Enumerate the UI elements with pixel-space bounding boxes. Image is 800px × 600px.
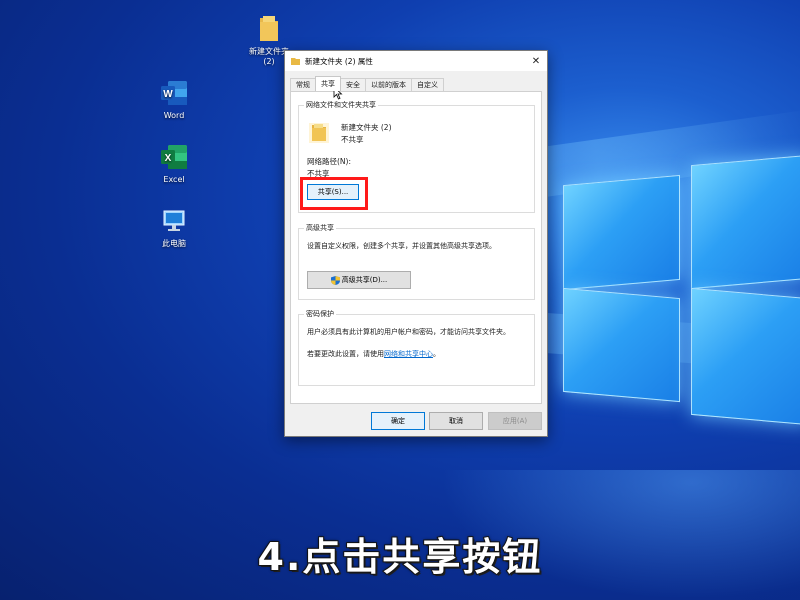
network-sharing-center-link[interactable]: 网络和共享中心 xyxy=(384,350,433,358)
advanced-sharing-description: 设置自定义权限，创建多个共享，并设置其他高级共享选项。 xyxy=(307,242,496,250)
group-title: 密码保护 xyxy=(304,309,336,319)
dialog-title: 新建文件夹 (2) 属性 xyxy=(305,56,373,66)
tab-customize[interactable]: 自定义 xyxy=(411,78,444,91)
change-setting-text: 若要更改此设置，请使用网络和共享中心。 xyxy=(307,349,440,359)
advanced-sharing-button[interactable]: 高级共享(D)... xyxy=(307,271,411,289)
apply-button-label: 应用(A) xyxy=(502,417,528,425)
windows-logo-tile-tl xyxy=(563,174,680,291)
tutorial-caption: 4.点击共享按钮 xyxy=(257,534,543,580)
tab-strip: 常规 共享 安全 以前的版本 自定义 xyxy=(290,76,444,91)
tab-sharing[interactable]: 共享 xyxy=(315,76,341,91)
folder-icon xyxy=(254,14,284,44)
folder-icon xyxy=(291,57,300,65)
svg-text:W: W xyxy=(163,89,173,100)
word-icon: W xyxy=(159,78,189,108)
desktop-icon-label: Word xyxy=(163,111,185,120)
share-status: 不共享 xyxy=(341,135,364,144)
svg-text:X: X xyxy=(165,153,172,164)
advanced-sharing-button-label: 高级共享(D)... xyxy=(341,276,388,284)
shared-folder-name: 新建文件夹 (2) xyxy=(341,123,392,132)
cancel-button[interactable]: 取消 xyxy=(429,412,483,430)
cancel-button-label: 取消 xyxy=(449,417,463,425)
apply-button[interactable]: 应用(A) xyxy=(488,412,542,430)
change-setting-suffix: 。 xyxy=(433,350,440,358)
dialog-titlebar[interactable]: 新建文件夹 (2) 属性 ✕ xyxy=(285,51,547,71)
desktop-icon-label: Excel xyxy=(163,175,185,184)
tab-previous-versions[interactable]: 以前的版本 xyxy=(365,78,412,91)
desktop-icon-excel[interactable]: X Excel xyxy=(144,142,204,185)
windows-logo-tile-tr xyxy=(691,154,800,290)
uac-shield-icon xyxy=(330,275,340,285)
desktop-icon-label: 此电脑 xyxy=(162,239,186,248)
this-pc-icon xyxy=(159,206,189,236)
ok-button-label: 确定 xyxy=(391,417,405,425)
excel-icon: X xyxy=(159,142,189,172)
close-button[interactable]: ✕ xyxy=(525,51,547,71)
network-path-label: 网络路径(N): xyxy=(307,157,351,166)
password-protection-group: 密码保护 用户必须具有此计算机的用户帐户和密码，才能访问共享文件夹。 若要更改此… xyxy=(298,309,535,386)
properties-dialog: 新建文件夹 (2) 属性 ✕ 常规 共享 安全 以前的版本 自定义 网络文件和文… xyxy=(284,50,548,437)
desktop: 新建文件夹 (2) W Word X Excel 此电脑 新建文件夹 (2) 属… xyxy=(0,0,800,600)
desktop-icon-word[interactable]: W Word xyxy=(144,78,204,121)
sharing-panel: 网络文件和文件夹共享 新建文件夹 (2) 不共享 网络路径(N): 不共享 共享… xyxy=(290,91,542,404)
folder-icon xyxy=(307,120,331,144)
group-title: 高级共享 xyxy=(304,223,336,233)
close-icon: ✕ xyxy=(531,55,541,67)
change-setting-prefix: 若要更改此设置，请使用 xyxy=(307,350,384,358)
group-title: 网络文件和文件夹共享 xyxy=(304,100,378,110)
share-button-highlight xyxy=(300,177,368,210)
advanced-sharing-group: 高级共享 设置自定义权限，创建多个共享，并设置其他高级共享选项。 高级共享(D)… xyxy=(298,223,535,300)
windows-logo-tile-bl xyxy=(563,287,680,403)
desktop-icon-this-pc[interactable]: 此电脑 xyxy=(144,206,204,249)
tab-security[interactable]: 安全 xyxy=(340,78,366,91)
password-protection-description: 用户必须具有此计算机的用户帐户和密码，才能访问共享文件夹。 xyxy=(307,328,510,336)
windows-logo-tile-br xyxy=(691,287,800,426)
ok-button[interactable]: 确定 xyxy=(371,412,425,430)
tab-general[interactable]: 常规 xyxy=(290,78,316,91)
